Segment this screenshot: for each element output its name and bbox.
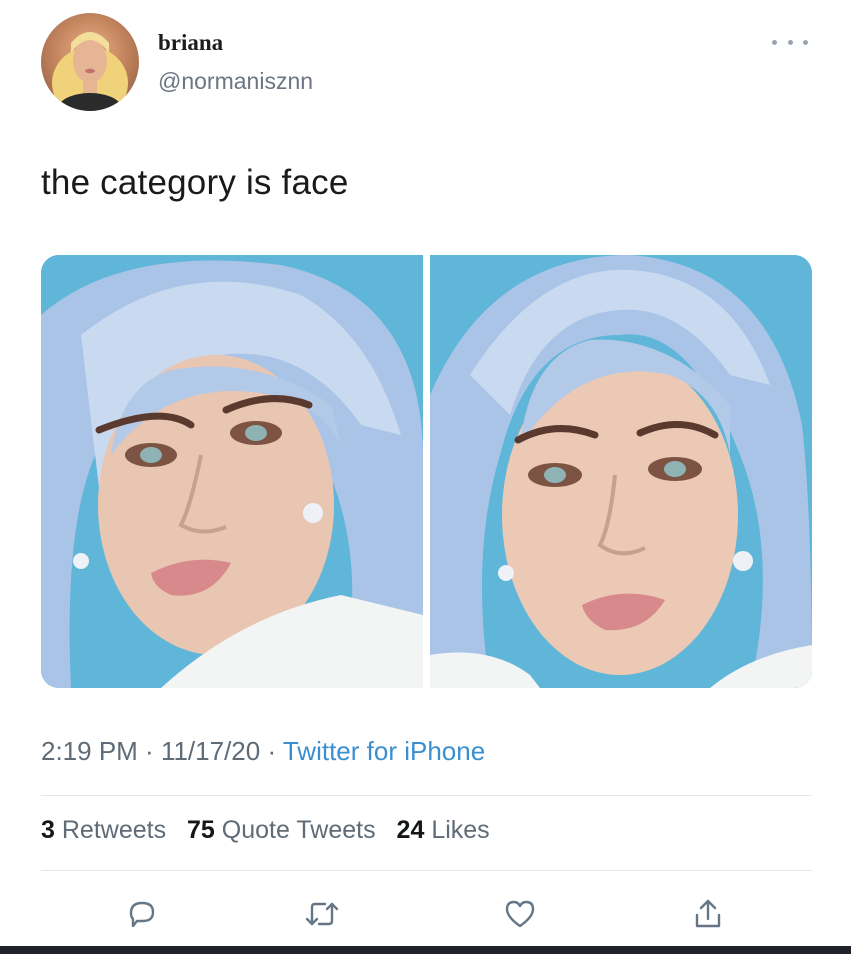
likes-label: Likes (431, 816, 490, 844)
tweet-stats: 3 Retweets 75 Quote Tweets 24 Likes (41, 816, 504, 845)
meta-separator: · (137, 736, 161, 766)
bottom-edge (0, 946, 851, 954)
avatar[interactable] (41, 13, 139, 111)
likes-count: 24 (396, 816, 425, 844)
retweets-label: Retweets (61, 816, 167, 844)
photo-left[interactable] (41, 255, 423, 688)
divider (41, 870, 812, 871)
tweet-meta: 2:19 PM · 11/17/20 · Twitter for iPhone (41, 736, 485, 767)
quotes-label: Quote Tweets (221, 816, 376, 844)
photo-right[interactable] (430, 255, 812, 688)
meta-separator: · (260, 736, 283, 766)
tweet-time[interactable]: 2:19 PM (41, 736, 138, 766)
tweet-date[interactable]: 11/17/20 (161, 736, 260, 766)
likes-stat[interactable]: 24 Likes (397, 816, 490, 844)
more-options-icon[interactable] (772, 30, 808, 54)
quotes-count: 75 (187, 816, 215, 844)
more-dot (772, 39, 777, 45)
heart-icon[interactable] (500, 894, 540, 934)
more-dot (787, 39, 793, 45)
media-grid (41, 255, 812, 688)
share-icon-graphic (695, 899, 721, 928)
portrait-photo-left (41, 255, 423, 688)
retweets-count: 3 (41, 816, 55, 844)
avatar-image (52, 32, 128, 111)
tweet-card: briana @normanisznn the category is face (0, 0, 851, 946)
divider (41, 795, 812, 796)
tweet-text: the category is face (41, 163, 349, 202)
portrait-photo-right (430, 255, 812, 688)
retweets-stat[interactable]: 3 Retweets (41, 816, 166, 844)
reply-icon-graphic (129, 901, 155, 928)
retweet-icon-graphic (305, 902, 339, 926)
more-dot (803, 39, 808, 45)
share-icon[interactable] (688, 894, 728, 934)
heart-icon-graphic (505, 900, 535, 928)
display-name[interactable]: briana (158, 30, 223, 56)
tweet-actions (0, 884, 851, 940)
quote-tweets-stat[interactable]: 75 Quote Tweets (187, 816, 376, 844)
retweet-icon[interactable] (302, 894, 342, 934)
username-handle[interactable]: @normanisznn (158, 68, 313, 95)
tweet-source-link[interactable]: Twitter for iPhone (283, 736, 485, 766)
reply-icon[interactable] (122, 894, 162, 934)
